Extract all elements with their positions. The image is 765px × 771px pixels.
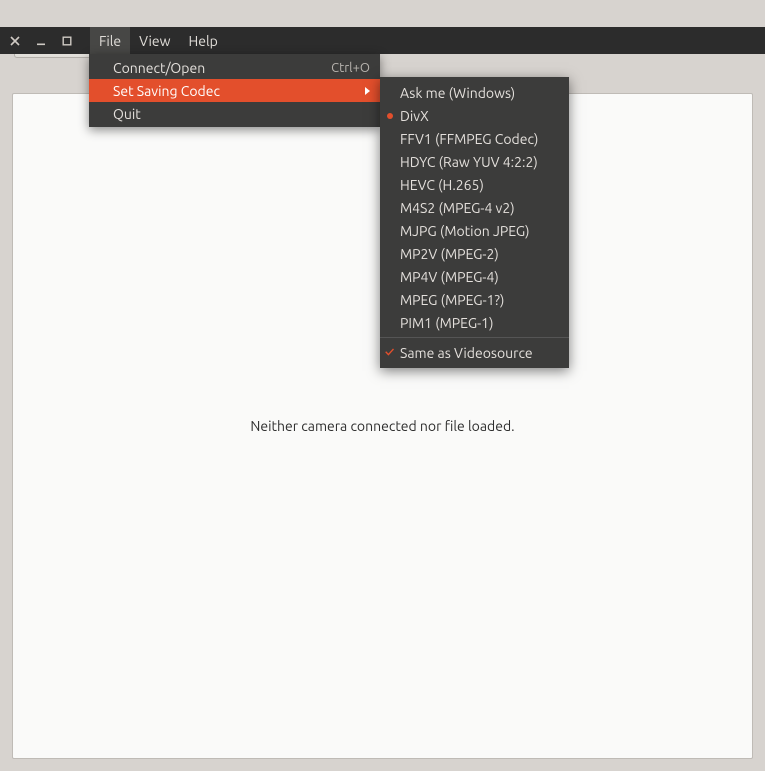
codec-option-hevc[interactable]: HEVC (H.265)	[380, 173, 569, 196]
codec-option-hdyc[interactable]: HDYC (Raw YUV 4:2:2)	[380, 150, 569, 173]
menu-item-label: Quit	[113, 106, 141, 122]
empty-state-text: Neither camera connected nor file loaded…	[250, 418, 514, 434]
codec-option-label: MP4V (MPEG-4)	[400, 269, 499, 285]
codec-option-label: HEVC (H.265)	[400, 177, 484, 193]
menu-view[interactable]: View	[130, 27, 179, 54]
codec-option-same-as-source[interactable]: ✓ Same as Videosource	[380, 341, 569, 364]
menu-view-label: View	[139, 33, 170, 49]
menu-item-accelerator: Ctrl+O	[331, 61, 370, 75]
menu-divider	[380, 337, 569, 338]
codec-option-label: Same as Videosource	[400, 345, 533, 361]
menu-file[interactable]: File	[90, 27, 130, 54]
menu-help[interactable]: Help	[180, 27, 227, 54]
codec-option-label: DivX	[400, 108, 429, 124]
codec-option-mp2v[interactable]: MP2V (MPEG-2)	[380, 242, 569, 265]
minimize-icon[interactable]	[36, 36, 46, 46]
codec-option-label: MP2V (MPEG-2)	[400, 246, 499, 262]
codec-option-mjpg[interactable]: MJPG (Motion JPEG)	[380, 219, 569, 242]
window-controls	[0, 27, 90, 54]
menu-item-connect-open[interactable]: Connect/Open Ctrl+O	[89, 56, 380, 79]
submenu-arrow-icon	[365, 87, 370, 95]
menu-help-label: Help	[189, 33, 218, 49]
menu-item-quit[interactable]: Quit	[89, 102, 380, 125]
menu-item-label: Connect/Open	[113, 60, 205, 76]
file-menu-dropdown: Connect/Open Ctrl+O Set Saving Codec Qui…	[89, 54, 380, 127]
codec-option-label: M4S2 (MPEG-4 v2)	[400, 200, 515, 216]
codec-option-divx[interactable]: DivX	[380, 104, 569, 127]
codec-option-label: HDYC (Raw YUV 4:2:2)	[400, 154, 538, 170]
menu-item-set-saving-codec[interactable]: Set Saving Codec	[89, 79, 380, 102]
codec-option-ffv1[interactable]: FFV1 (FFMPEG Codec)	[380, 127, 569, 150]
codec-option-label: FFV1 (FFMPEG Codec)	[400, 131, 538, 147]
codec-option-label: MPEG (MPEG-1?)	[400, 292, 504, 308]
codec-option-m4s2[interactable]: M4S2 (MPEG-4 v2)	[380, 196, 569, 219]
titlebar: File View Help	[0, 27, 765, 54]
codec-option-label: Ask me (Windows)	[400, 85, 515, 101]
codec-option-label: PIM1 (MPEG-1)	[400, 315, 493, 331]
check-icon: ✓	[385, 345, 394, 359]
codec-option-pim1[interactable]: PIM1 (MPEG-1)	[380, 311, 569, 334]
codec-option-mpeg[interactable]: MPEG (MPEG-1?)	[380, 288, 569, 311]
close-icon[interactable]	[10, 36, 20, 46]
menu-file-label: File	[99, 33, 121, 49]
maximize-icon[interactable]	[62, 36, 72, 46]
codec-submenu: Ask me (Windows) DivX FFV1 (FFMPEG Codec…	[380, 77, 569, 368]
codec-option-label: MJPG (Motion JPEG)	[400, 223, 530, 239]
codec-option-mp4v[interactable]: MP4V (MPEG-4)	[380, 265, 569, 288]
codec-option-ask-me[interactable]: Ask me (Windows)	[380, 81, 569, 104]
radio-selected-icon	[387, 113, 393, 119]
menubar: File View Help	[90, 27, 765, 54]
menu-item-label: Set Saving Codec	[113, 83, 220, 99]
